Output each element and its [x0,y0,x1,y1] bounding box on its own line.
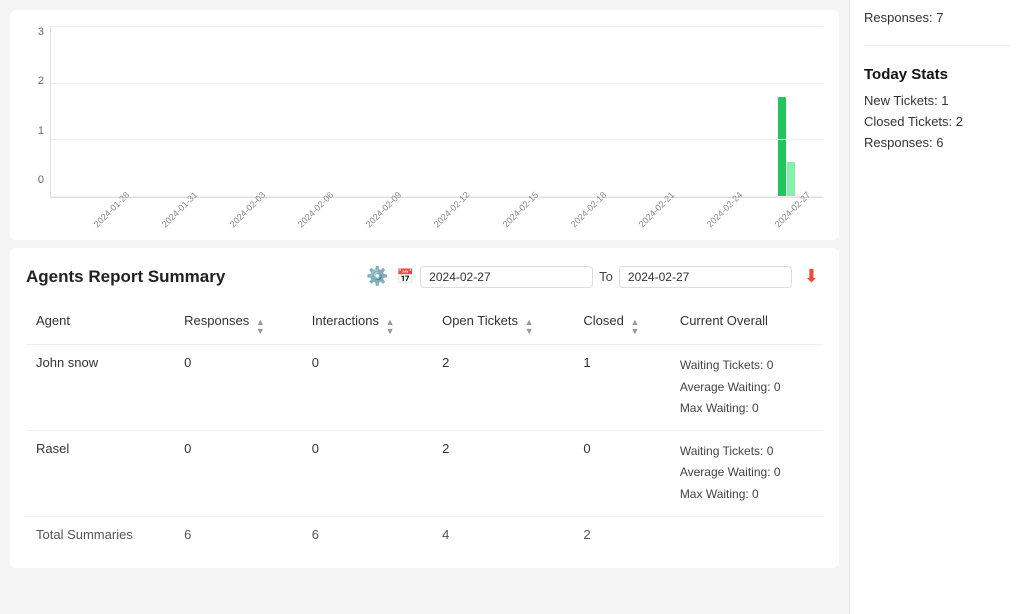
calendar-icon: 📅 [397,268,414,285]
totals-open-tickets: 4 [432,516,573,552]
responses-val: 0 [174,430,302,516]
totals-closed: 2 [573,516,669,552]
interactions-val: 0 [302,345,432,431]
date-filter: 📅 To [397,266,792,288]
y-label-1: 1 [26,125,44,137]
grid-line [51,83,823,84]
grid-line [51,26,823,27]
responses-stat: Responses: 7 [864,10,1010,25]
chart-section: 3 2 1 0 [10,10,839,240]
closed-tickets-stat: Closed Tickets: 2 [864,114,1010,129]
chart-area: 3 2 1 0 [26,26,823,216]
today-stats-title: Today Stats [864,66,1010,83]
table-controls: ⚙️ 📅 To ⬇ [366,264,823,289]
bar-light [787,162,795,197]
table-row: John snow 0 0 2 1 Waiting Tickets: 0 Ave… [26,345,823,431]
agent-name: John snow [26,345,174,431]
agents-table: Agent Responses ▲▼ Interactions ▲▼ Open … [26,305,823,552]
totals-overall [670,516,823,552]
x-labels-inner: 2024-01-28 2024-01-31 2024-02-03 2024-02… [74,202,823,216]
sort-arrows-open[interactable]: ▲▼ [525,318,534,336]
grid-line [51,196,823,197]
closed-val: 1 [573,345,669,431]
avg-waiting-line: Average Waiting: 0 [680,462,813,484]
open-tickets-val: 2 [432,345,573,431]
table-header: Agent Responses ▲▼ Interactions ▲▼ Open … [26,305,823,345]
y-label-3: 3 [26,26,44,38]
avg-waiting-line: Average Waiting: 0 [680,377,813,399]
col-interactions: Interactions ▲▼ [302,305,432,345]
sort-arrows-responses[interactable]: ▲▼ [256,318,265,336]
sidebar: Responses: 7 Today Stats New Tickets: 1 … [849,0,1024,614]
grid-line [51,139,823,140]
chart-inner: 2024-01-28 2024-01-31 2024-02-03 2024-02… [50,26,823,216]
settings-icon[interactable]: ⚙️ [366,266,388,287]
main-content: 3 2 1 0 [0,0,849,614]
current-overall-val: Waiting Tickets: 0 Average Waiting: 0 Ma… [670,345,823,431]
sidebar-stat-group-2: Today Stats New Tickets: 1 Closed Ticket… [864,66,1010,170]
sort-arrows-interactions[interactable]: ▲▼ [386,318,395,336]
totals-responses: 6 [174,516,302,552]
responses-stat-2: Responses: 6 [864,135,1010,150]
open-tickets-val: 2 [432,430,573,516]
interactions-val: 0 [302,430,432,516]
table-section: Agents Report Summary ⚙️ 📅 To ⬇ Agent [10,248,839,568]
max-waiting-line: Max Waiting: 0 [680,484,813,506]
responses-val: 0 [174,345,302,431]
bar-group-last [751,97,821,197]
table-title: Agents Report Summary [26,267,225,287]
closed-val: 0 [573,430,669,516]
to-label: To [599,269,613,284]
export-button[interactable]: ⬇ [800,264,823,289]
bar-green [778,97,786,197]
col-current-overall: Current Overall [670,305,823,345]
table-header-row: Agents Report Summary ⚙️ 📅 To ⬇ [26,264,823,289]
y-label-2: 2 [26,75,44,87]
date-to-input[interactable] [619,266,792,288]
y-label-0: 0 [26,174,44,186]
agent-name: Rasel [26,430,174,516]
col-closed: Closed ▲▼ [573,305,669,345]
waiting-tickets-line: Waiting Tickets: 0 [680,355,813,377]
totals-row: Total Summaries 6 6 4 2 [26,516,823,552]
waiting-tickets-line: Waiting Tickets: 0 [680,441,813,463]
table-row: Rasel 0 0 2 0 Waiting Tickets: 0 Average… [26,430,823,516]
col-open-tickets: Open Tickets ▲▼ [432,305,573,345]
col-responses: Responses ▲▼ [174,305,302,345]
sort-arrows-closed[interactable]: ▲▼ [631,318,640,336]
y-axis: 3 2 1 0 [26,26,44,216]
col-agent: Agent [26,305,174,345]
x-labels: 2024-01-28 2024-01-31 2024-02-03 2024-02… [50,202,823,216]
current-overall-val: Waiting Tickets: 0 Average Waiting: 0 Ma… [670,430,823,516]
date-from-input[interactable] [420,266,593,288]
max-waiting-line: Max Waiting: 0 [680,398,813,420]
grid-lines [51,26,823,197]
x-label-spacer [50,202,68,216]
bars-container [50,26,823,198]
sidebar-stat-group-1: Responses: 7 [864,10,1010,46]
totals-interactions: 6 [302,516,432,552]
totals-label: Total Summaries [26,516,174,552]
new-tickets-stat: New Tickets: 1 [864,93,1010,108]
